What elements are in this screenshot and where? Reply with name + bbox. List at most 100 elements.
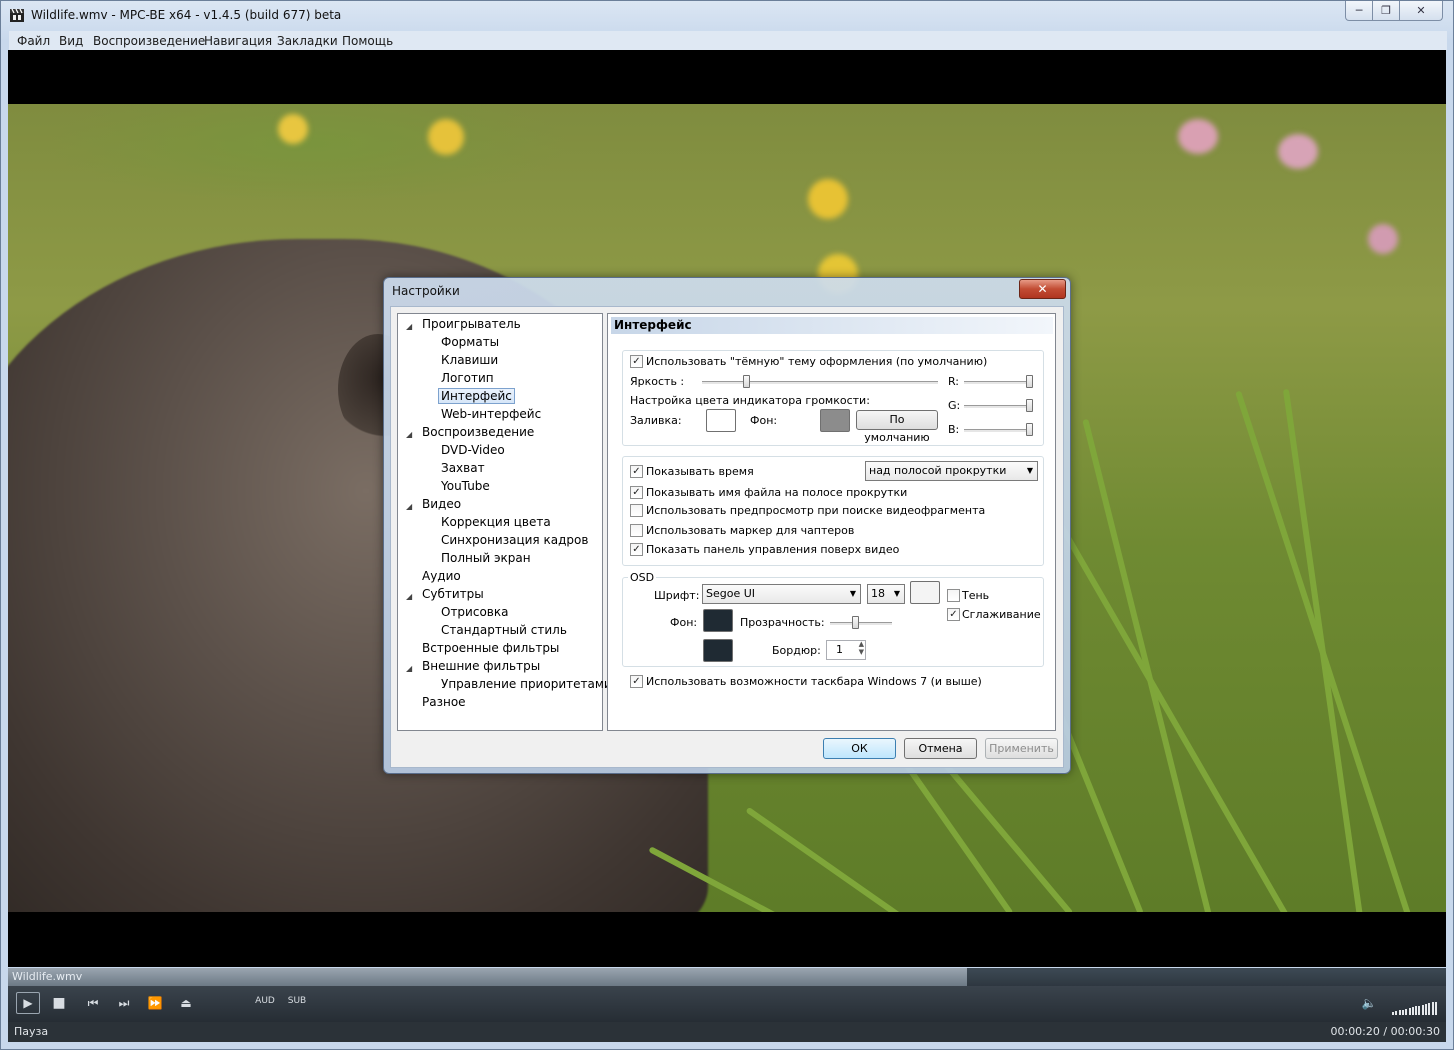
menu-file[interactable]: Файл bbox=[17, 34, 50, 48]
border-spinner[interactable]: 1 ▲ ▼ bbox=[826, 640, 866, 660]
tree-item-fullscreen[interactable]: Полный экран bbox=[441, 551, 531, 565]
menu-bookmarks[interactable]: Закладки bbox=[277, 34, 338, 48]
tree-item-logo[interactable]: Логотип bbox=[441, 371, 494, 385]
close-button[interactable]: ✕ bbox=[1399, 1, 1443, 21]
dark-theme-checkbox[interactable]: ✓ bbox=[630, 355, 643, 368]
next-button[interactable]: ⏭ bbox=[114, 994, 134, 1012]
dark-theme-label: Использовать "тёмную" тему оформления (п… bbox=[646, 355, 988, 368]
fill-color-swatch[interactable] bbox=[706, 409, 736, 432]
minimize-button[interactable]: ─ bbox=[1345, 1, 1373, 21]
tree-item-external-filters[interactable]: Внешние фильтры bbox=[422, 659, 540, 673]
r-slider-thumb[interactable] bbox=[1026, 375, 1033, 388]
title-bar: Wildlife.wmv - MPC-BE x64 - v1.4.5 (buil… bbox=[1, 1, 1453, 30]
tree-expand-icon[interactable]: ◢ bbox=[406, 430, 412, 439]
menu-view[interactable]: Вид bbox=[59, 34, 83, 48]
volume-level-bar bbox=[1428, 1003, 1431, 1015]
menu-help[interactable]: Помощь bbox=[342, 34, 393, 48]
use-preview-checkbox[interactable] bbox=[630, 504, 643, 517]
flower bbox=[1178, 119, 1218, 154]
osd-bg-color-swatch[interactable] bbox=[703, 609, 733, 632]
menu-playback[interactable]: Воспроизведение bbox=[93, 34, 205, 48]
subtitle-track-button[interactable]: SUB bbox=[286, 996, 308, 1006]
tree-item-frame-sync[interactable]: Синхронизация кадров bbox=[441, 533, 588, 547]
shadow-checkbox[interactable] bbox=[947, 589, 960, 602]
tree-item-subtitles[interactable]: Субтитры bbox=[422, 587, 484, 601]
osd-text-color-swatch[interactable] bbox=[910, 581, 940, 604]
show-filename-checkbox[interactable]: ✓ bbox=[630, 486, 643, 499]
tree-item-priority-management[interactable]: Управление приоритетами bbox=[441, 677, 612, 691]
show-time-checkbox[interactable]: ✓ bbox=[630, 465, 643, 478]
audio-track-button[interactable]: AUD bbox=[254, 996, 276, 1006]
tree-item-youtube[interactable]: YouTube bbox=[441, 479, 490, 493]
tree-item-player[interactable]: Проигрыватель bbox=[422, 317, 521, 331]
previous-button[interactable]: ⏮ bbox=[83, 994, 103, 1012]
tree-item-interface[interactable]: Интерфейс bbox=[438, 388, 515, 404]
smoothing-checkbox[interactable]: ✓ bbox=[947, 608, 960, 621]
speaker-icon[interactable]: 🔈 bbox=[1360, 994, 1378, 1012]
stop-button[interactable]: ■ bbox=[50, 994, 68, 1012]
menu-bar: Файл Вид Воспроизведение Навигация Закла… bbox=[9, 31, 1447, 50]
osd-font-select[interactable]: Segoe UI ▼ bbox=[702, 584, 861, 604]
frame-step-button[interactable]: ⏩ bbox=[145, 994, 165, 1012]
b-slider-thumb[interactable] bbox=[1026, 423, 1033, 436]
tree-item-misc[interactable]: Разное bbox=[422, 695, 466, 709]
grass-blade bbox=[1082, 418, 1214, 912]
spin-arrows-icon[interactable]: ▲ ▼ bbox=[859, 640, 864, 656]
g-slider-track[interactable] bbox=[964, 405, 1030, 409]
osd-border-color-swatch[interactable] bbox=[703, 639, 733, 662]
tree-item-internal-filters[interactable]: Встроенные фильтры bbox=[422, 641, 559, 655]
taskbar-checkbox[interactable]: ✓ bbox=[630, 675, 643, 688]
brightness-label: Яркость : bbox=[630, 375, 685, 388]
g-slider-thumb[interactable] bbox=[1026, 399, 1033, 412]
osd-size-select[interactable]: 18 ▼ bbox=[867, 584, 905, 604]
volume-level-bar bbox=[1408, 1008, 1411, 1015]
play-button[interactable]: ▶ bbox=[16, 992, 40, 1014]
tree-expand-icon[interactable]: ◢ bbox=[406, 502, 412, 511]
transparency-slider-track[interactable] bbox=[830, 622, 892, 626]
transparency-slider-thumb[interactable] bbox=[852, 616, 860, 629]
tree-expand-icon[interactable]: ◢ bbox=[406, 592, 412, 601]
flower bbox=[428, 119, 464, 155]
brightness-slider-thumb[interactable] bbox=[743, 375, 751, 388]
page-heading: Интерфейс bbox=[611, 317, 1053, 334]
time-position-select[interactable]: над полосой прокрутки ▼ bbox=[865, 461, 1038, 481]
tree-expand-icon[interactable]: ◢ bbox=[406, 322, 412, 331]
b-slider-track[interactable] bbox=[964, 429, 1030, 433]
cancel-button[interactable]: Отмена bbox=[904, 738, 977, 759]
tree-item-formats[interactable]: Форматы bbox=[441, 335, 499, 349]
volume-level-bar bbox=[1418, 1005, 1421, 1015]
seek-bar[interactable]: Wildlife.wmv bbox=[8, 968, 1446, 986]
tree-item-capture[interactable]: Захват bbox=[441, 461, 485, 475]
tree-item-audio[interactable]: Аудио bbox=[422, 569, 461, 583]
maximize-button[interactable]: ❐ bbox=[1372, 1, 1400, 21]
apply-button[interactable]: Применить bbox=[985, 738, 1058, 759]
ok-button[interactable]: ОК bbox=[823, 738, 896, 759]
tree-item-playback[interactable]: Воспроизведение bbox=[422, 425, 534, 439]
tree-item-rendering[interactable]: Отрисовка bbox=[441, 605, 508, 619]
g-label: G: bbox=[948, 399, 961, 412]
flower bbox=[1368, 224, 1398, 254]
eject-button[interactable]: ⏏ bbox=[176, 994, 196, 1012]
brightness-slider-track[interactable] bbox=[702, 381, 938, 385]
border-label: Бордюр: bbox=[772, 644, 821, 657]
tree-item-video[interactable]: Видео bbox=[422, 497, 461, 511]
tree-item-web-interface[interactable]: Web-интерфейс bbox=[441, 407, 541, 421]
r-slider-track[interactable] bbox=[964, 381, 1030, 385]
settings-tree: ◢ Проигрыватель Форматы Клавиши Логотип … bbox=[397, 313, 612, 731]
menu-navigation[interactable]: Навигация bbox=[204, 34, 272, 48]
tree-item-keys[interactable]: Клавиши bbox=[441, 353, 498, 367]
tree-item-default-style[interactable]: Стандартный стиль bbox=[441, 623, 567, 637]
chapter-marker-checkbox[interactable] bbox=[630, 524, 643, 537]
osd-bg-label: Фон: bbox=[670, 616, 698, 629]
bg-color-swatch[interactable] bbox=[820, 409, 850, 432]
show-control-panel-label: Показать панель управления поверх видео bbox=[646, 543, 900, 556]
tree-item-color-correction[interactable]: Коррекция цвета bbox=[441, 515, 551, 529]
dialog-close-button[interactable]: ✕ bbox=[1019, 279, 1066, 299]
default-colors-button[interactable]: По умолчанию bbox=[856, 410, 938, 444]
tree-item-dvd-video[interactable]: DVD-Video bbox=[441, 443, 505, 457]
tree-expand-icon[interactable]: ◢ bbox=[406, 664, 412, 673]
volume-slider[interactable] bbox=[1392, 986, 1442, 1022]
volume-level-bar bbox=[1411, 1007, 1414, 1015]
volume-level-bar bbox=[1434, 1001, 1437, 1015]
show-control-panel-checkbox[interactable]: ✓ bbox=[630, 543, 643, 556]
